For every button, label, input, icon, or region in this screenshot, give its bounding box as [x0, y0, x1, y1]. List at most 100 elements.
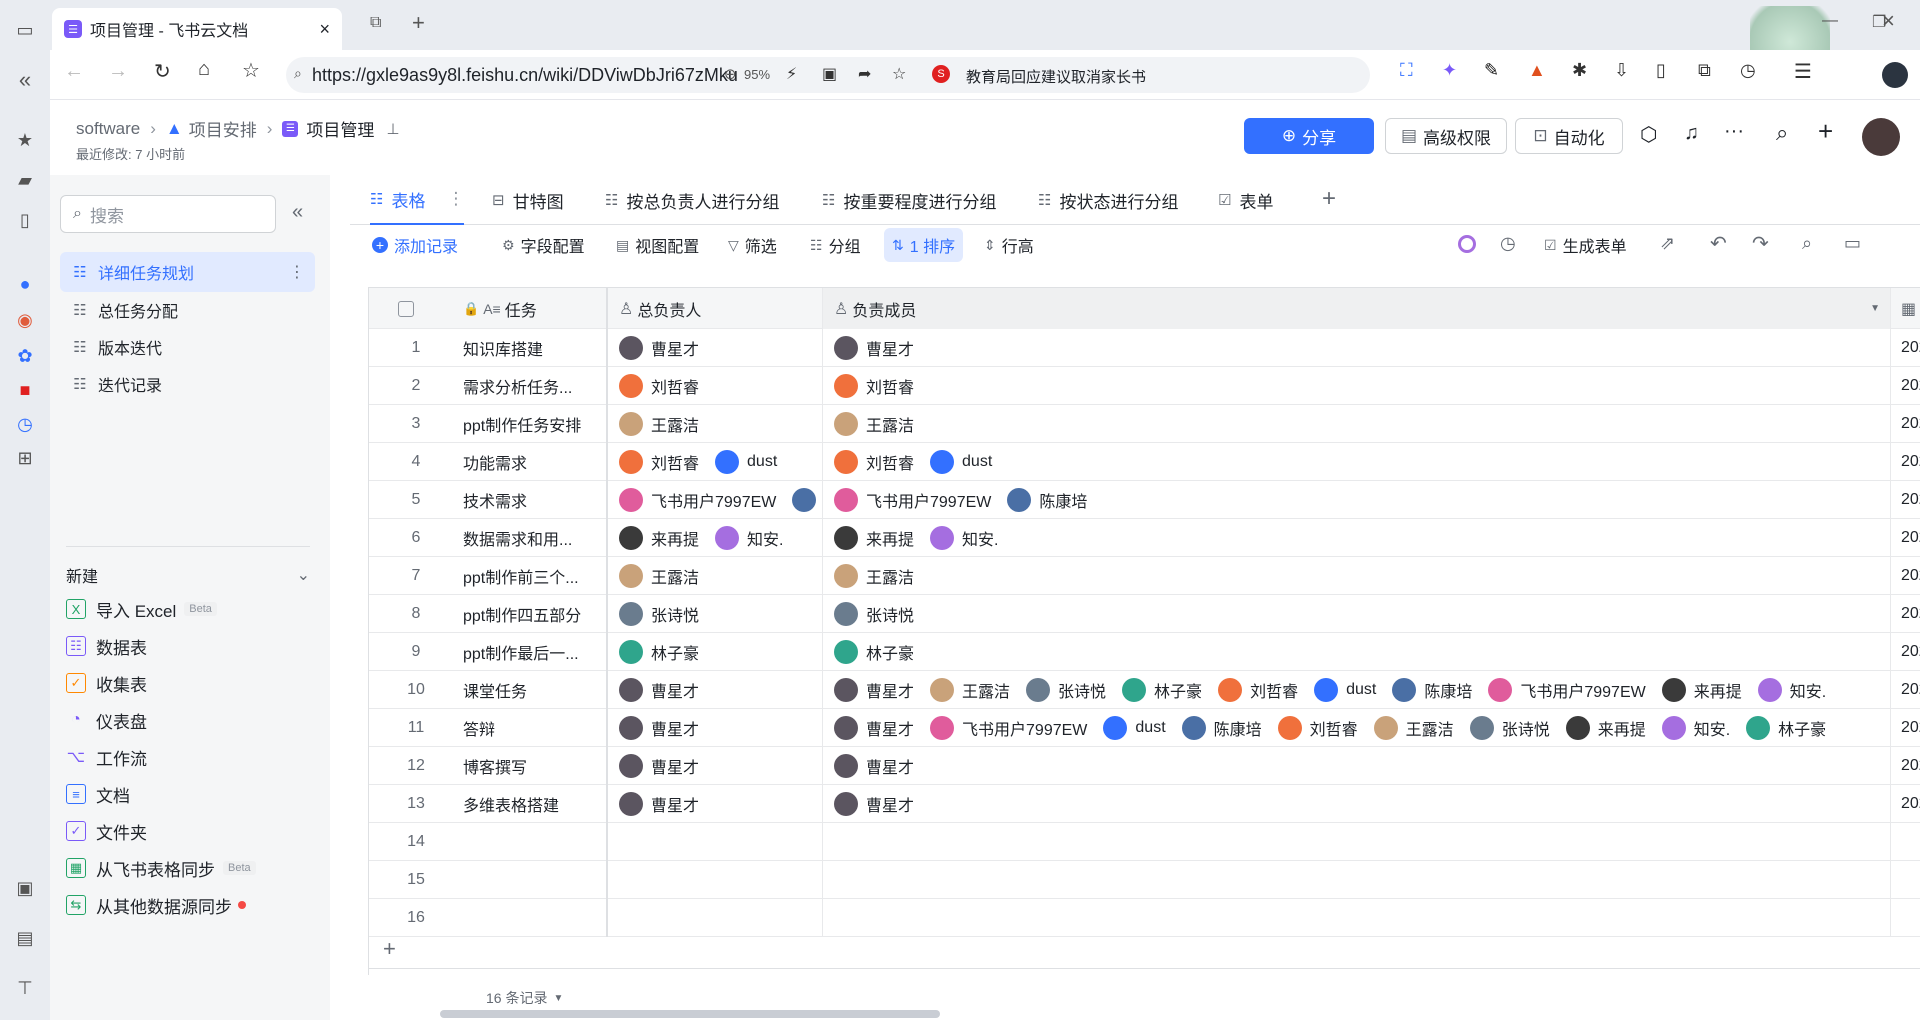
add-record-button[interactable]: + 添加记录 [372, 228, 458, 262]
person-chip[interactable]: 王露洁 [834, 412, 914, 436]
date-cell[interactable]: 2024 [1891, 633, 1920, 671]
group-button[interactable]: ☷ 分组 [810, 228, 861, 262]
task-cell[interactable]: 多维表格搭建 [443, 785, 608, 823]
date-cell[interactable] [1891, 823, 1920, 861]
sidebar-item-allocation[interactable]: ☷ 总任务分配 [60, 290, 315, 330]
new-sync-sheet[interactable]: ▦ 从飞书表格同步 Beta [66, 848, 256, 888]
extension-icon[interactable]: ⬡ [1640, 122, 1657, 147]
lead-cell[interactable]: 曹星才 [608, 747, 823, 785]
person-chip[interactable]: 刘哲睿 [834, 374, 914, 398]
person-chip[interactable]: 知安. [930, 526, 998, 550]
sign-icon[interactable]: ✎ [1484, 60, 1499, 81]
zoom-icon[interactable]: ⊖ [724, 65, 737, 83]
person-chip[interactable]: 陈康培 [1181, 716, 1262, 740]
caret-down-icon[interactable]: ▼ [1870, 303, 1880, 314]
star-icon[interactable]: ★ [13, 128, 37, 152]
column-header-task[interactable]: 🔒 A≡ 任务 [443, 288, 608, 329]
column-header-lead[interactable]: ♙ 总负责人 [608, 288, 823, 329]
table-row[interactable]: 16 [369, 899, 1920, 937]
row-number-cell[interactable]: 16 [369, 899, 443, 937]
person-chip[interactable]: 林子豪 [834, 640, 914, 664]
person-chip[interactable]: 林子豪 [1746, 716, 1826, 740]
lead-cell[interactable]: 王露洁 [608, 557, 823, 595]
table-row[interactable]: 14 [369, 823, 1920, 861]
table-row[interactable]: 5 技术需求 飞书用户7997EW 飞书用户7997EW 陈康培 2024 [369, 481, 1920, 519]
task-cell[interactable]: ppt制作四五部分 [443, 595, 608, 633]
person-chip[interactable]: 曹星才 [834, 336, 914, 360]
search-input[interactable]: ⌕ 搜索 [60, 195, 276, 233]
favorite-icon[interactable]: ☆ [892, 64, 906, 84]
add-view-icon[interactable]: + [1322, 185, 1336, 213]
column-header-members[interactable]: ♙ 负责成员 ▼ [823, 288, 1891, 329]
person-chip[interactable]: 曹星才 [834, 716, 914, 740]
translate-icon[interactable]: ⛶ [1400, 60, 1413, 81]
members-cell[interactable]: 张诗悦 [823, 595, 1891, 633]
date-cell[interactable]: 2024 [1891, 329, 1920, 367]
screenshot-icon[interactable]: ⧉ [1698, 60, 1711, 81]
date-cell[interactable]: 2024 [1891, 785, 1920, 823]
members-cell[interactable]: 刘哲睿 [823, 367, 1891, 405]
task-cell[interactable] [443, 899, 608, 937]
person-chip[interactable]: 曹星才 [619, 678, 699, 702]
row-number-cell[interactable]: 6 [369, 519, 443, 557]
user-avatar[interactable] [1862, 118, 1900, 156]
phone-icon[interactable]: ▯ [13, 208, 37, 232]
row-number-cell[interactable]: 2 [369, 367, 443, 405]
task-cell[interactable]: 技术需求 [443, 481, 608, 519]
new-dashboard[interactable]: ◔ 仪表盘 [66, 700, 147, 740]
person-chip[interactable]: 飞书用户7997EW [834, 488, 991, 512]
person-chip[interactable]: 刘哲睿 [834, 450, 914, 474]
person-chip[interactable]: 林子豪 [1122, 678, 1202, 702]
breadcrumb-item[interactable]: software [76, 119, 140, 139]
row-number-cell[interactable]: 11 [369, 709, 443, 747]
new-folder[interactable]: ✓ 文件夹 [66, 811, 147, 851]
horizontal-scrollbar[interactable] [440, 1010, 940, 1018]
reload-icon[interactable]: ↻ [154, 59, 171, 84]
add-row-button[interactable]: + [383, 936, 396, 962]
task-cell[interactable]: 知识库搭建 [443, 329, 608, 367]
members-cell[interactable]: 王露洁 [823, 557, 1891, 595]
table-row[interactable]: 12 博客撰写 曹星才 曹星才 2024 [369, 747, 1920, 785]
browser-tab[interactable]: ☰ 项目管理 - 飞书云文档 × [52, 8, 342, 50]
generate-form-button[interactable]: ☑ 生成表单 [1544, 228, 1627, 262]
record-count[interactable]: 16 条记录 ▼ [486, 988, 563, 1008]
date-cell[interactable]: 2024 [1891, 405, 1920, 443]
lead-cell[interactable]: 曹星才 [608, 785, 823, 823]
date-cell[interactable] [1891, 899, 1920, 937]
members-cell[interactable]: 曹星才 飞书用户7997EW dust 陈康培 刘哲睿 王露洁 张诗悦 来再提 知安. 林子豪 [823, 709, 1891, 747]
row-height-button[interactable]: ⇕ 行高 [984, 228, 1034, 262]
person-chip[interactable]: 张诗悦 [1469, 716, 1550, 740]
lead-cell[interactable]: 来再提 知安. [608, 519, 823, 557]
folder-icon[interactable]: ▣ [13, 876, 37, 900]
redo-icon[interactable]: ↷ [1752, 231, 1769, 256]
task-cell[interactable]: ppt制作前三个... [443, 557, 608, 595]
person-chip[interactable]: 王露洁 [619, 564, 699, 588]
bookmark-star-icon[interactable]: ☆ [242, 58, 260, 83]
add-icon[interactable]: ⊞ [13, 446, 37, 470]
ai-icon[interactable]: ✦ [1442, 60, 1457, 81]
tab-form[interactable]: ☑ 表单 [1218, 175, 1273, 225]
table-row[interactable]: 9 ppt制作最后一... 林子豪 林子豪 2024 [369, 633, 1920, 671]
tab-group-status[interactable]: ☷ 按状态进行分组 [1038, 175, 1178, 225]
field-config-button[interactable]: ⚙ 字段配置 [502, 228, 585, 262]
task-cell[interactable] [443, 823, 608, 861]
lead-cell[interactable]: 曹星才 [608, 671, 823, 709]
members-cell[interactable] [823, 861, 1891, 899]
members-cell[interactable]: 曹星才 [823, 785, 1891, 823]
row-number-cell[interactable]: 3 [369, 405, 443, 443]
tab-groups-icon[interactable]: ⧉ [370, 14, 381, 32]
person-chip[interactable]: 来再提 [1661, 678, 1742, 702]
person-chip[interactable]: 刘哲睿 [1218, 678, 1298, 702]
person-chip[interactable]: 飞书用户7997EW [1488, 678, 1646, 702]
members-cell[interactable]: 曹星才 [823, 747, 1891, 785]
person-chip[interactable]: 曹星才 [619, 716, 699, 740]
person-chip[interactable]: 飞书用户7997EW [930, 716, 1087, 740]
lead-cell[interactable] [608, 823, 823, 861]
members-cell[interactable]: 来再提 知安. [823, 519, 1891, 557]
members-cell[interactable]: 曹星才 [823, 329, 1891, 367]
row-number-cell[interactable]: 12 [369, 747, 443, 785]
new-doc[interactable]: ≡ 文档 [66, 774, 130, 814]
person-chip[interactable]: 来再提 [1565, 716, 1646, 740]
search-hint[interactable]: 教育局回应建议取消家长书 [966, 66, 1156, 87]
sidebar-item-detail[interactable]: ☷ 详细任务规划 ⋮ [60, 252, 315, 292]
